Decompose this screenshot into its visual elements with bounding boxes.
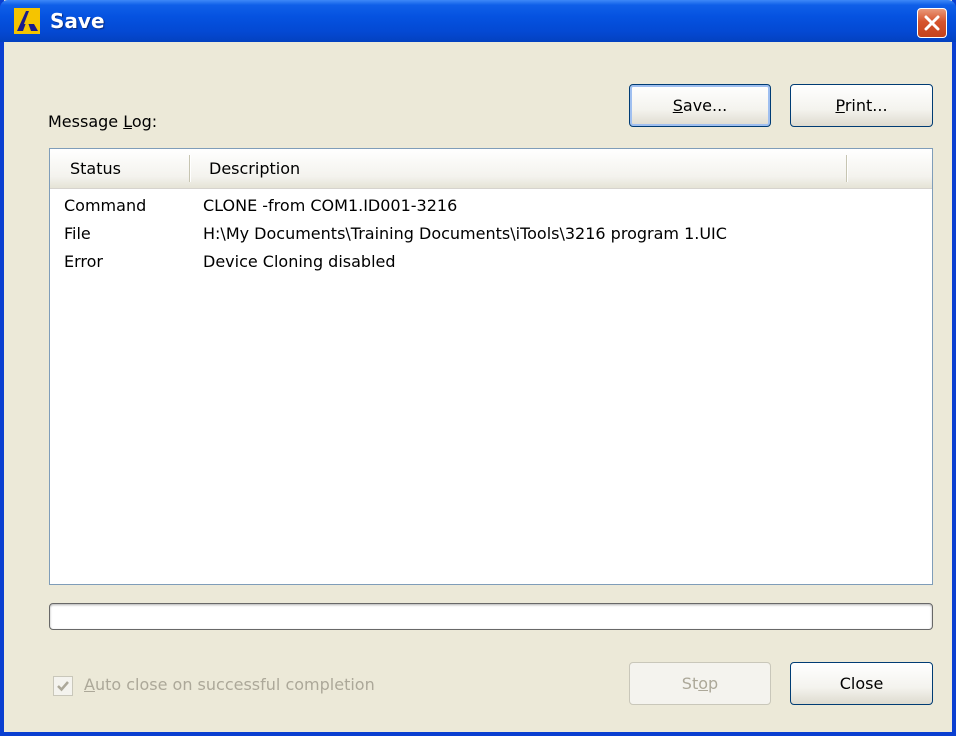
app-logo-icon [14,8,40,34]
row-status: Error [64,252,103,271]
table-row[interactable]: File H:\My Documents\Training Documents\… [50,219,932,248]
column-header-description[interactable]: Description [209,149,300,188]
print-button[interactable]: Print... [790,84,933,127]
table-row[interactable]: Error Device Cloning disabled [50,247,932,276]
row-status: File [64,224,91,243]
row-status: Command [64,196,147,215]
row-description: CLONE -from COM1.ID001-3216 [203,196,458,215]
list-header: Status Description [50,149,932,189]
close-window-button[interactable] [917,8,947,38]
auto-close-checkbox[interactable] [53,676,73,696]
auto-close-label[interactable]: Auto close on successful completion [84,675,375,694]
column-header-status[interactable]: Status [70,149,121,188]
progress-bar [49,603,933,630]
stop-button[interactable]: Stop [629,662,771,705]
column-divider[interactable] [189,155,191,182]
title-bar[interactable]: Save [0,0,956,42]
save-dialog: Save Message Log: Save... Print... Statu… [0,0,956,736]
column-divider[interactable] [846,155,848,182]
save-button[interactable]: Save... [629,84,771,127]
close-button[interactable]: Close [790,662,933,705]
row-description: H:\My Documents\Training Documents\iTool… [203,224,727,243]
table-row[interactable]: Command CLONE -from COM1.ID001-3216 [50,191,932,220]
message-log-label: Message Log: [48,112,158,131]
window-title: Save [50,9,105,33]
row-description: Device Cloning disabled [203,252,396,271]
message-log-list[interactable]: Status Description Command CLONE -from C… [49,148,933,585]
